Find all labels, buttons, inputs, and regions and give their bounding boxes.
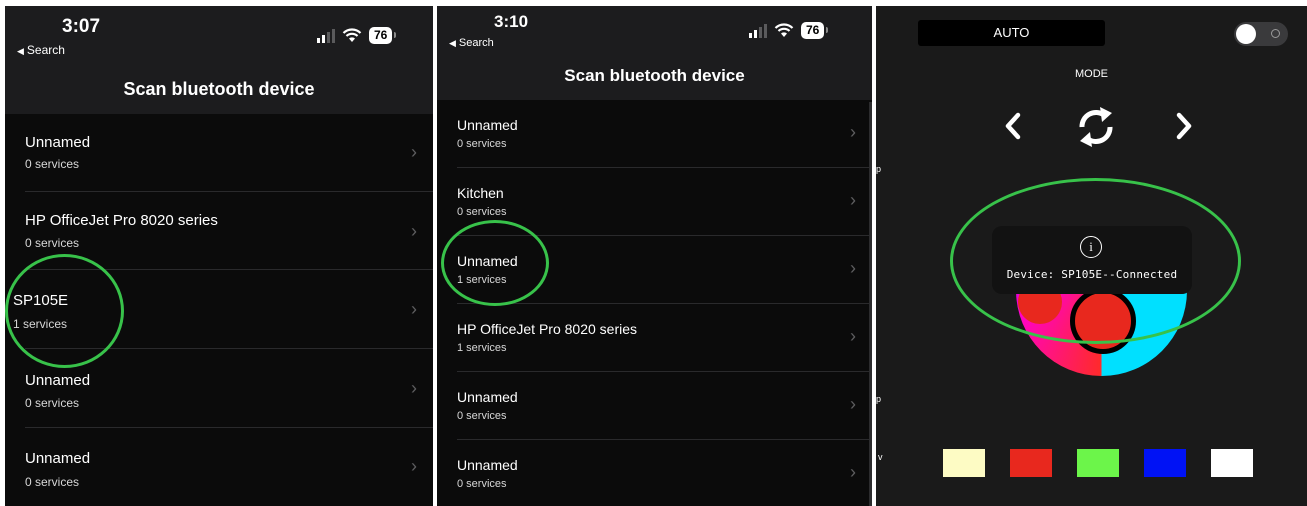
- chevron-right-icon: ›: [411, 299, 417, 319]
- device-services: 0 services: [457, 478, 507, 490]
- device-services: 0 services: [25, 396, 80, 410]
- toggle-knob: [1236, 24, 1256, 44]
- swatch-white[interactable]: [1211, 449, 1253, 477]
- chevron-right-icon: ›: [850, 190, 856, 210]
- swatch-blue[interactable]: [1144, 449, 1186, 477]
- device-name: Unnamed: [25, 450, 91, 467]
- device-row[interactable]: HP OfficeJet Pro 8020 series 0 services …: [5, 192, 433, 270]
- device-row[interactable]: Kitchen 0 services ›: [437, 168, 872, 236]
- scrollbar[interactable]: [869, 102, 872, 506]
- info-icon: i: [1080, 236, 1102, 258]
- status-time: 3:07: [62, 16, 101, 37]
- scan-screen-2: 3:10 ◀ Search 76 Scan bluetooth device Un…: [437, 6, 872, 506]
- device-row[interactable]: Unnamed 0 services ›: [437, 100, 872, 168]
- device-row[interactable]: Unnamed 1 services ›: [437, 236, 872, 304]
- swatch-green[interactable]: [1077, 449, 1119, 477]
- back-triangle-icon: ◀: [449, 38, 456, 48]
- wifi-icon: [774, 23, 794, 37]
- device-name: Unnamed: [25, 372, 91, 389]
- cellular-signal-icon: [317, 28, 335, 43]
- device-services: 0 services: [25, 157, 80, 171]
- back-triangle-icon: ◀: [17, 46, 24, 56]
- device-services: 0 services: [457, 410, 507, 422]
- refresh-mode-icon[interactable]: [1074, 104, 1118, 150]
- chevron-right-icon: ›: [411, 221, 417, 241]
- device-row[interactable]: SP105E 1 services ›: [5, 270, 433, 349]
- device-list: Unnamed 0 services › Kitchen 0 services …: [437, 100, 872, 506]
- device-name: Unnamed: [457, 457, 518, 473]
- power-toggle[interactable]: [1234, 22, 1288, 46]
- status-bar: 3:07 ◀ Search 76: [5, 6, 433, 64]
- mode-label: MODE: [1075, 68, 1108, 80]
- scan-screen-1: 3:07 ◀ Search 76 Scan bluetooth device Un…: [5, 6, 433, 506]
- battery-indicator: 76: [369, 27, 397, 44]
- chevron-right-icon: ›: [411, 378, 417, 398]
- device-services: 0 services: [457, 138, 507, 150]
- cellular-signal-icon: [749, 23, 767, 38]
- clipped-text: p: [876, 164, 882, 174]
- back-to-search-link[interactable]: ◀ Search: [17, 43, 65, 57]
- device-services: 0 services: [25, 236, 80, 250]
- device-list: Unnamed 0 services › HP OfficeJet Pro 80…: [5, 114, 433, 506]
- controller-screen: AUTO MODE i Device: SP105E--Connected p …: [876, 6, 1307, 506]
- device-row[interactable]: Unnamed 0 services ›: [437, 440, 872, 506]
- device-name: SP105E: [13, 292, 69, 309]
- swatch-red[interactable]: [1010, 449, 1052, 477]
- toast-message: Device: SP105E--Connected: [1006, 268, 1178, 281]
- connection-toast: i Device: SP105E--Connected: [992, 226, 1192, 294]
- page-title: Scan bluetooth device: [437, 56, 872, 100]
- next-mode-icon[interactable]: [1175, 112, 1193, 140]
- device-name: Unnamed: [457, 389, 518, 405]
- clipped-text: p: [876, 394, 882, 404]
- previous-mode-icon[interactable]: [1004, 112, 1022, 140]
- toggle-off-icon: [1271, 29, 1280, 38]
- chevron-right-icon: ›: [850, 258, 856, 278]
- status-bar: 3:10 ◀ Search 76: [437, 6, 872, 56]
- device-services: 0 services: [25, 475, 80, 489]
- device-services: 1 services: [457, 274, 507, 286]
- status-icons: 76: [317, 27, 397, 44]
- swatch-warm-white[interactable]: [943, 449, 985, 477]
- chevron-right-icon: ›: [850, 122, 856, 142]
- page-title: Scan bluetooth device: [5, 64, 433, 114]
- chevron-right-icon: ›: [850, 462, 856, 482]
- device-name: Unnamed: [25, 134, 91, 151]
- device-services: 0 services: [457, 206, 507, 218]
- device-services: 1 services: [457, 342, 507, 354]
- device-services: 1 services: [13, 317, 68, 331]
- chevron-right-icon: ›: [411, 456, 417, 476]
- auto-button[interactable]: AUTO: [918, 20, 1105, 46]
- device-name: Unnamed: [457, 253, 518, 269]
- device-name: HP OfficeJet Pro 8020 series: [457, 321, 638, 337]
- status-time: 3:10: [494, 12, 529, 31]
- wifi-icon: [342, 28, 362, 42]
- chevron-right-icon: ›: [850, 326, 856, 346]
- chevron-right-icon: ›: [850, 394, 856, 414]
- device-name: Unnamed: [457, 117, 518, 133]
- back-to-search-link[interactable]: ◀ Search: [449, 37, 494, 49]
- device-row[interactable]: Unnamed 0 services ›: [5, 114, 433, 192]
- device-row[interactable]: HP OfficeJet Pro 8020 series 1 services …: [437, 304, 872, 372]
- device-name: HP OfficeJet Pro 8020 series: [25, 212, 218, 229]
- clipped-text: v: [878, 452, 883, 462]
- battery-indicator: 76: [801, 22, 829, 39]
- selected-color-indicator: [1070, 288, 1136, 354]
- chevron-right-icon: ›: [411, 142, 417, 162]
- status-icons: 76: [749, 22, 829, 39]
- device-name: Kitchen: [457, 185, 504, 201]
- device-row[interactable]: Unnamed 0 services ›: [5, 349, 433, 428]
- device-row[interactable]: Unnamed 0 services ›: [5, 428, 433, 506]
- device-row[interactable]: Unnamed 0 services ›: [437, 372, 872, 440]
